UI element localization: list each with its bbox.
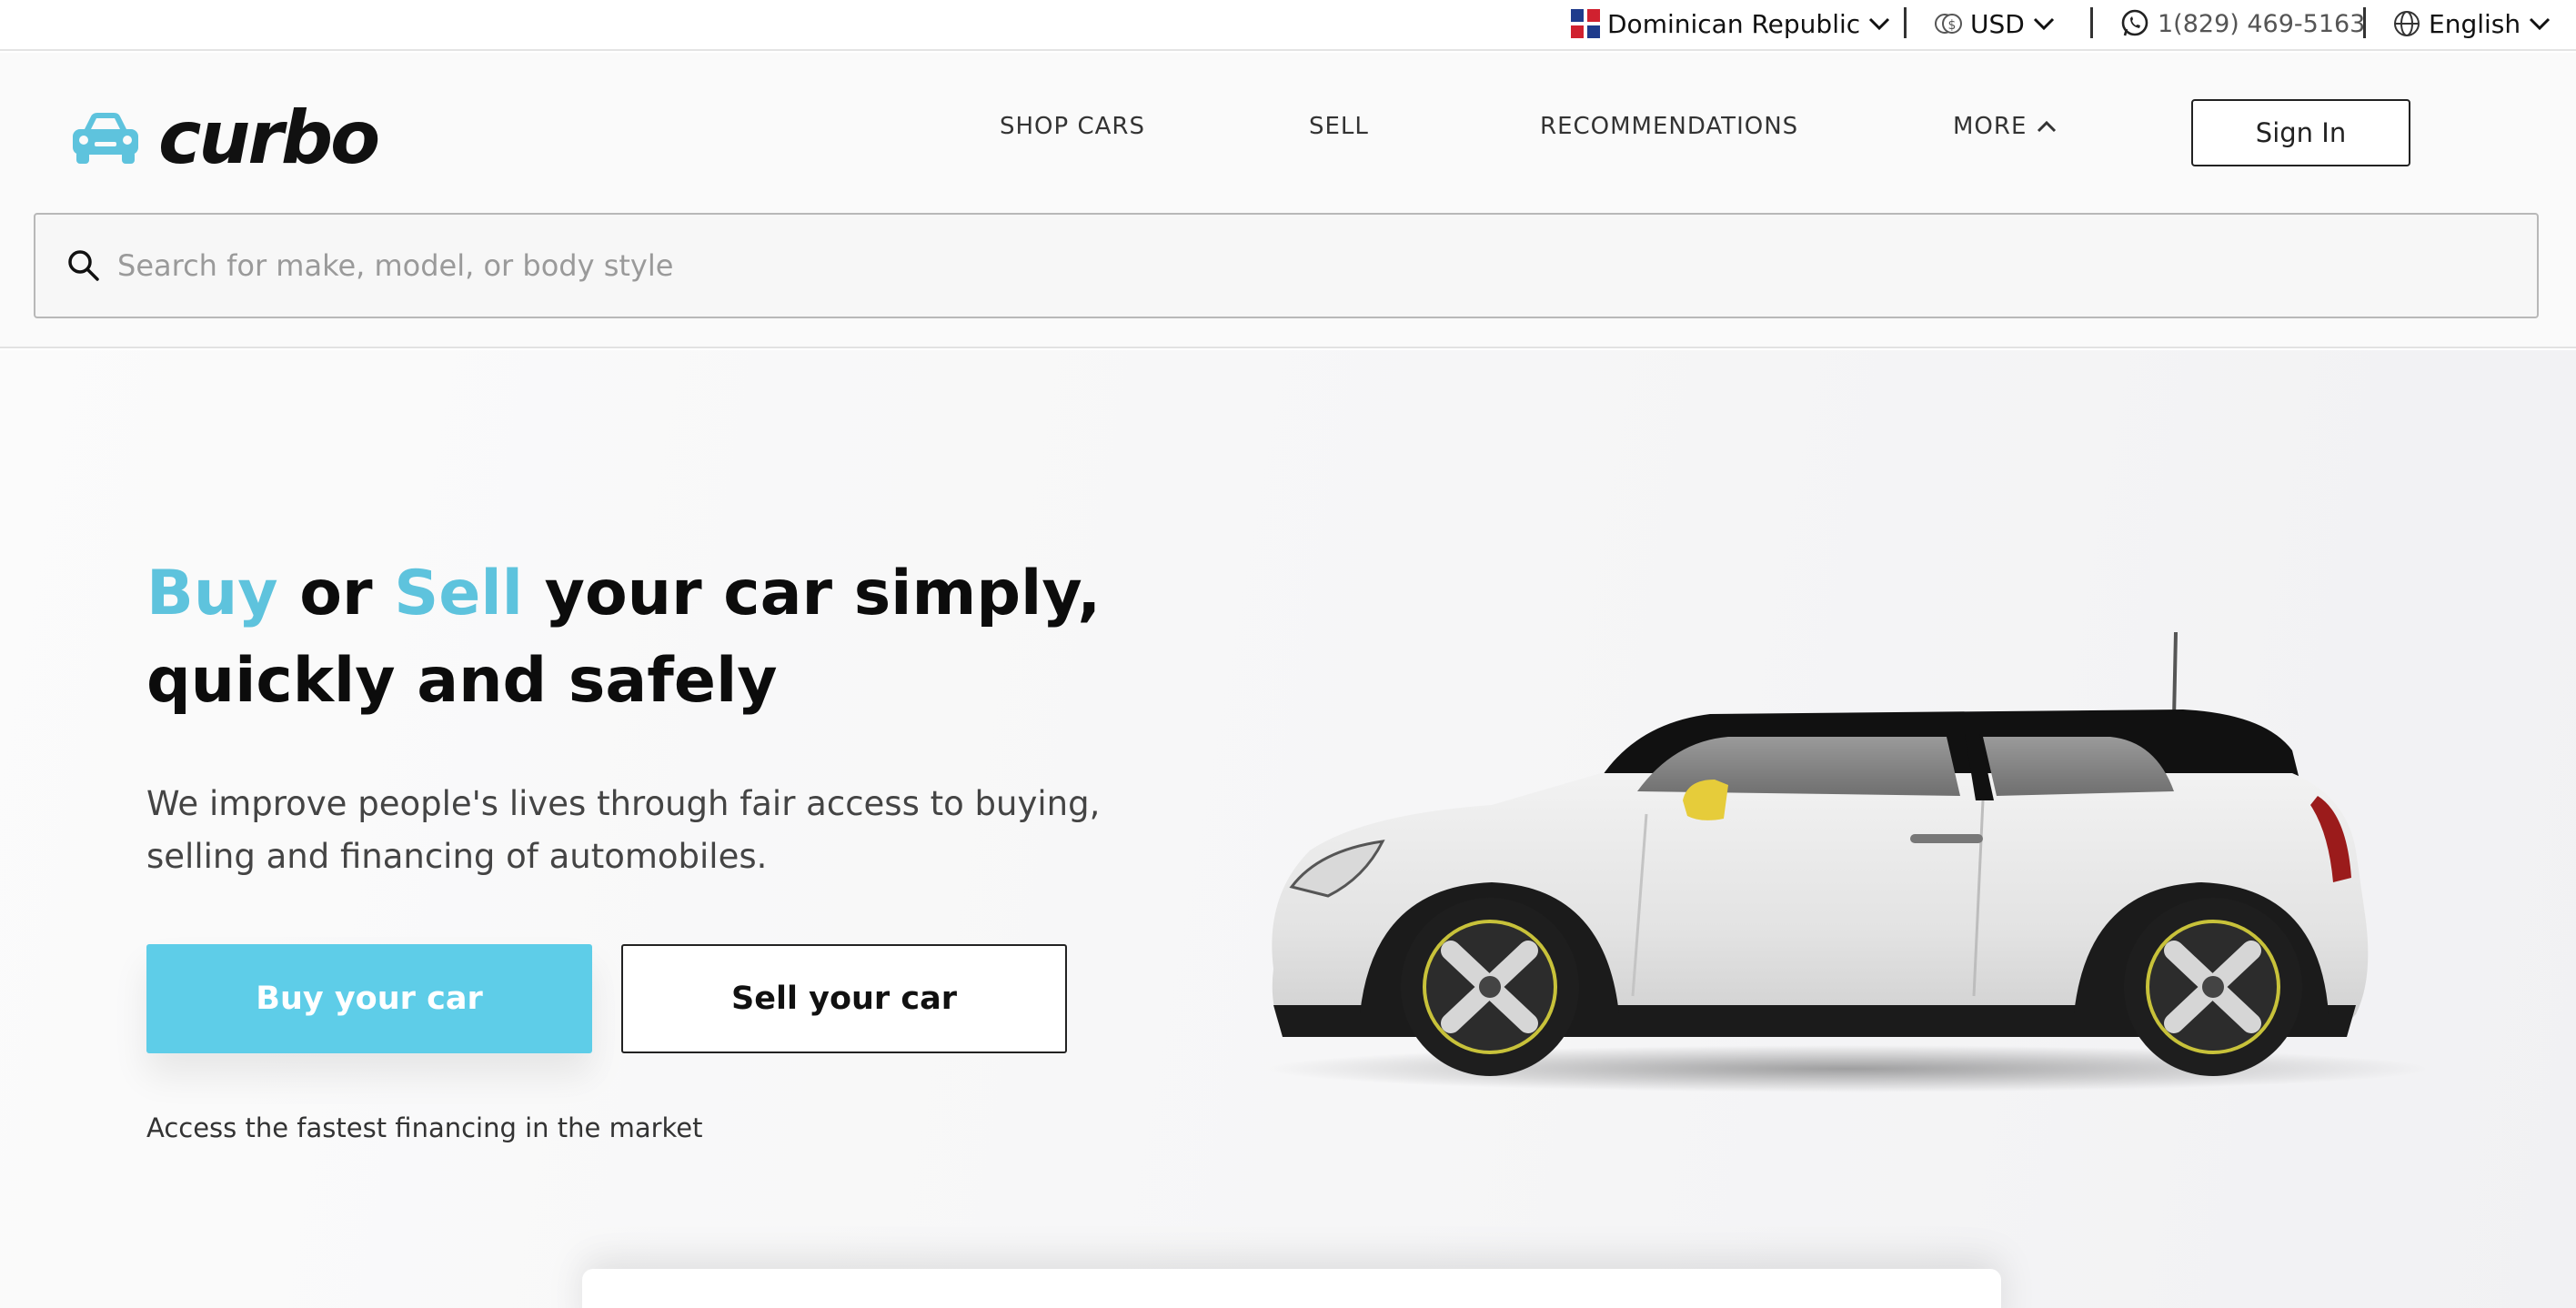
nav-shop-cars[interactable]: SHOP CARS — [1000, 113, 1145, 140]
hero-subtext: We improve people's lives through fair a… — [146, 784, 1101, 876]
divider — [2090, 7, 2093, 38]
sign-in-button[interactable]: Sign In — [2191, 99, 2410, 166]
hero-car-image — [1264, 631, 2429, 1092]
buy-your-car-button[interactable]: Buy your car — [146, 944, 592, 1053]
financing-note: Access the fastest financing in the mark… — [146, 1112, 703, 1143]
search-icon — [68, 250, 99, 281]
chevron-down-icon — [2033, 17, 2054, 31]
search-bar[interactable] — [34, 213, 2539, 318]
whatsapp-icon — [2121, 9, 2148, 36]
chevron-down-icon — [2530, 17, 2551, 31]
currency-selector[interactable]: $ USD — [1934, 0, 2056, 47]
dominican-republic-flag-icon — [1571, 9, 1600, 38]
headline-or: or — [299, 558, 373, 629]
nav-label: SHOP CARS — [1000, 113, 1145, 140]
nav-sell[interactable]: SELL — [1309, 113, 1369, 140]
headline-rest: your car simply, quickly and safely — [146, 558, 1102, 717]
logo[interactable]: curbo — [69, 96, 380, 180]
nav-more[interactable]: MORE — [1953, 113, 2058, 140]
hero-headline: Buy or Sell your car simply, quickly and… — [146, 550, 1293, 725]
country-selector[interactable]: Dominican Republic — [1571, 0, 1891, 47]
divider — [1904, 7, 1907, 38]
phone-number: 1(829) 469-5163 — [2158, 9, 2366, 38]
content-card — [582, 1269, 2001, 1308]
globe-icon — [2394, 11, 2420, 36]
nav-label: RECOMMENDATIONS — [1540, 113, 1799, 140]
nav-label: MORE — [1953, 113, 2028, 140]
search-input[interactable] — [117, 215, 2482, 317]
nav-label: SELL — [1309, 113, 1369, 140]
site-header: curbo SHOP CARS SELL RECOMMENDATIONS MOR… — [0, 53, 2576, 348]
headline-buy: Buy — [146, 558, 278, 629]
language-label: English — [2429, 8, 2521, 39]
country-label: Dominican Republic — [1607, 8, 1861, 39]
logo-text: curbo — [158, 96, 380, 180]
headline-sell: Sell — [394, 558, 523, 629]
svg-text:$: $ — [1948, 18, 1957, 33]
hero-section: Buy or Sell your car simply, quickly and… — [0, 350, 2576, 1308]
chevron-down-icon — [1869, 17, 1890, 31]
divider — [2363, 7, 2366, 38]
chevron-up-icon — [2038, 120, 2057, 133]
car-logo-icon — [73, 113, 138, 164]
currency-label: USD — [1970, 8, 2025, 39]
nav-recommendations[interactable]: RECOMMENDATIONS — [1540, 113, 1798, 140]
top-utility-bar: Dominican Republic $ USD 1(829) 469-5163… — [0, 0, 2576, 51]
sell-your-car-button[interactable]: Sell your car — [621, 944, 1067, 1053]
phone-contact[interactable]: 1(829) 469-5163 — [2119, 0, 2365, 47]
currency-coin-icon: $ — [1935, 14, 1962, 34]
language-selector[interactable]: English — [2392, 0, 2551, 47]
